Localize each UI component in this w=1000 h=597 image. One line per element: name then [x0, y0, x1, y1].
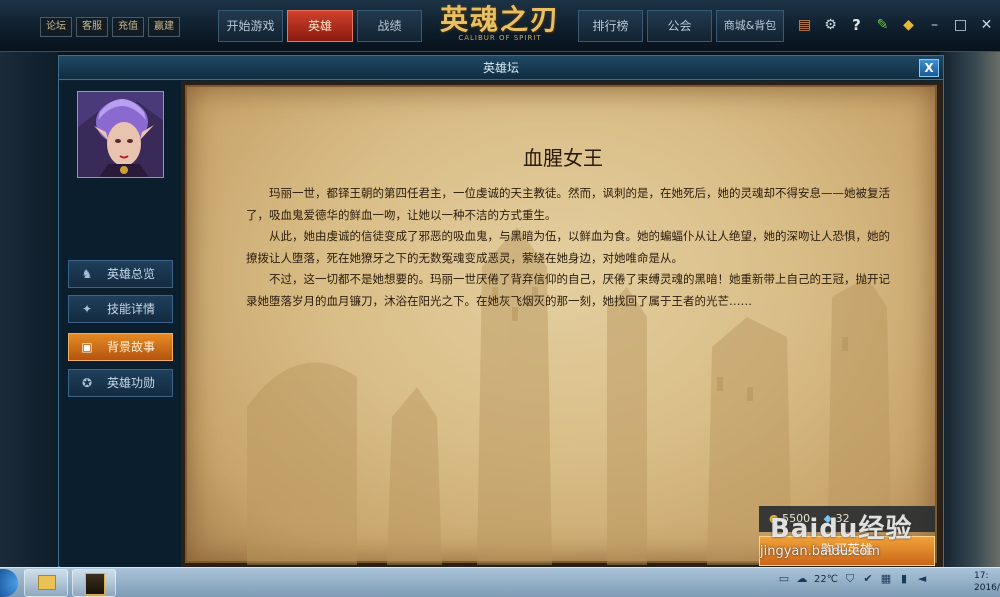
temperature: 22℃ — [814, 573, 838, 585]
menu-label: 背景故事 — [107, 340, 156, 354]
clock-time: 17: — [974, 571, 989, 581]
tab-shop-backpack[interactable]: 商城&背包 — [716, 10, 784, 42]
background-story-icon: ▣ — [81, 340, 93, 354]
shield-icon[interactable]: ⛉ — [844, 573, 856, 585]
recharge-link[interactable]: 充值 — [112, 17, 144, 37]
tab-start-game[interactable]: 开始游戏 — [218, 10, 283, 42]
notebook-icon[interactable]: ▤ — [796, 17, 813, 34]
keyboard-icon[interactable]: ▭ — [778, 573, 790, 585]
taskbar-game[interactable] — [72, 569, 116, 597]
signal-icon[interactable]: ▮ — [898, 573, 910, 585]
hero-overview-icon: ♞ — [81, 267, 93, 281]
weather-cloud-icon[interactable]: ☁ — [796, 573, 808, 585]
maximize-icon[interactable]: □ — [952, 17, 969, 34]
system-tray: ▭ ☁ 22℃ ⛉ ✔ ▦ ▮ ◄ — [778, 573, 928, 585]
dialog-close-button[interactable]: X — [919, 59, 939, 77]
mini-links: 论坛 客服 充值 赢建 — [40, 17, 180, 37]
help-question-icon[interactable]: ? — [848, 17, 865, 34]
hero-side-panel: ♞ 英雄总览 ✦ 技能详情 ▣ 背景故事 ✪ 英雄功勋 — [60, 81, 181, 567]
windows-taskbar: ▭ ☁ 22℃ ⛉ ✔ ▦ ▮ ◄ 17: 2016/ — [0, 567, 1000, 597]
hero-honor-icon: ✪ — [81, 376, 93, 390]
top-icon-group: ▤ ⚙ ? ✎ ◆ – □ ✕ — [796, 17, 995, 34]
story-title: 血腥女王 — [523, 146, 603, 170]
game-logo: 英魂之刃 CALIBUR OF SPIRIT — [430, 2, 570, 50]
menu-hero-honor[interactable]: ✪ 英雄功勋 — [68, 369, 173, 397]
game-app-icon — [85, 573, 105, 595]
watermark-url: jingyan.baidu.com — [760, 544, 880, 559]
diamond-icon[interactable]: ◆ — [900, 17, 917, 34]
minimize-icon[interactable]: – — [926, 17, 943, 34]
menu-label: 英雄功勋 — [107, 376, 156, 390]
story-paragraph: 玛丽一世，都铎王朝的第四任君主，一位虔诚的天主教徒。然而，讽刺的是，在她死后，她… — [246, 186, 890, 222]
settings-gear-icon[interactable]: ⚙ — [822, 17, 839, 34]
story-text: 玛丽一世，都铎王朝的第四任君主，一位虔诚的天主教徒。然而，讽刺的是，在她死后，她… — [246, 183, 896, 312]
background-right — [940, 52, 1000, 567]
tab-heroes[interactable]: 英雄 — [287, 10, 353, 42]
tab-records[interactable]: 战绩 — [357, 10, 422, 42]
menu-hero-overview[interactable]: ♞ 英雄总览 — [68, 260, 173, 288]
watermark-brand: Baidu经验 — [770, 514, 913, 544]
background-left — [0, 52, 58, 567]
network-icon[interactable]: ▦ — [880, 573, 892, 585]
customer-service-link[interactable]: 客服 — [76, 17, 108, 37]
hero-portrait[interactable] — [77, 91, 164, 178]
security-icon[interactable]: ✔ — [862, 573, 874, 585]
logo-title: 英魂之刃 — [439, 3, 560, 36]
tab-leaderboard[interactable]: 排行榜 — [578, 10, 643, 42]
menu-label: 英雄总览 — [107, 267, 156, 281]
clock[interactable]: 17: 2016/ — [974, 570, 1000, 594]
game-top-bar: 论坛 客服 充值 赢建 开始游戏 英雄 战绩 英魂之刃 CALIBUR OF S… — [0, 0, 1000, 52]
menu-label: 技能详情 — [107, 302, 156, 316]
suggestion-link[interactable]: 赢建 — [148, 17, 180, 37]
tab-guild[interactable]: 公会 — [647, 10, 712, 42]
volume-icon[interactable]: ◄ — [916, 573, 928, 585]
story-paragraph: 从此，她由虔诚的信徒变成了邪恶的吸血鬼，与黑暗为伍，以鲜血为食。她的蝙蝠仆从让人… — [246, 229, 890, 265]
story-paragraph: 不过，这一切都不是她想要的。玛丽一世厌倦了背弃信仰的自己，厌倦了束缚灵魂的黑暗！… — [246, 272, 890, 308]
wrench-icon[interactable]: ✎ — [874, 17, 891, 34]
start-button[interactable] — [0, 569, 18, 597]
dialog-title: 英雄坛 — [59, 56, 943, 80]
taskbar-explorer[interactable] — [24, 569, 68, 597]
forum-link[interactable]: 论坛 — [40, 17, 72, 37]
parchment-background: 血腥女王 玛丽一世，都铎王朝的第四任君主，一位虔诚的天主教徒。然而，讽刺的是，在… — [185, 85, 937, 565]
hero-altar-dialog: 英雄坛 X ♞ 英雄总览 ✦ 技能详情 ▣ 背景故事 ✪ 英雄功勋 血腥女王 玛… — [58, 55, 944, 567]
baidu-watermark: Baidu经验 jingyan.baidu.com — [756, 494, 936, 566]
menu-skill-details[interactable]: ✦ 技能详情 — [68, 295, 173, 323]
close-icon[interactable]: ✕ — [978, 17, 995, 34]
clock-date: 2016/ — [974, 583, 1000, 593]
skill-details-icon: ✦ — [81, 302, 93, 316]
menu-background-story[interactable]: ▣ 背景故事 — [68, 333, 173, 361]
folder-icon — [38, 575, 56, 590]
